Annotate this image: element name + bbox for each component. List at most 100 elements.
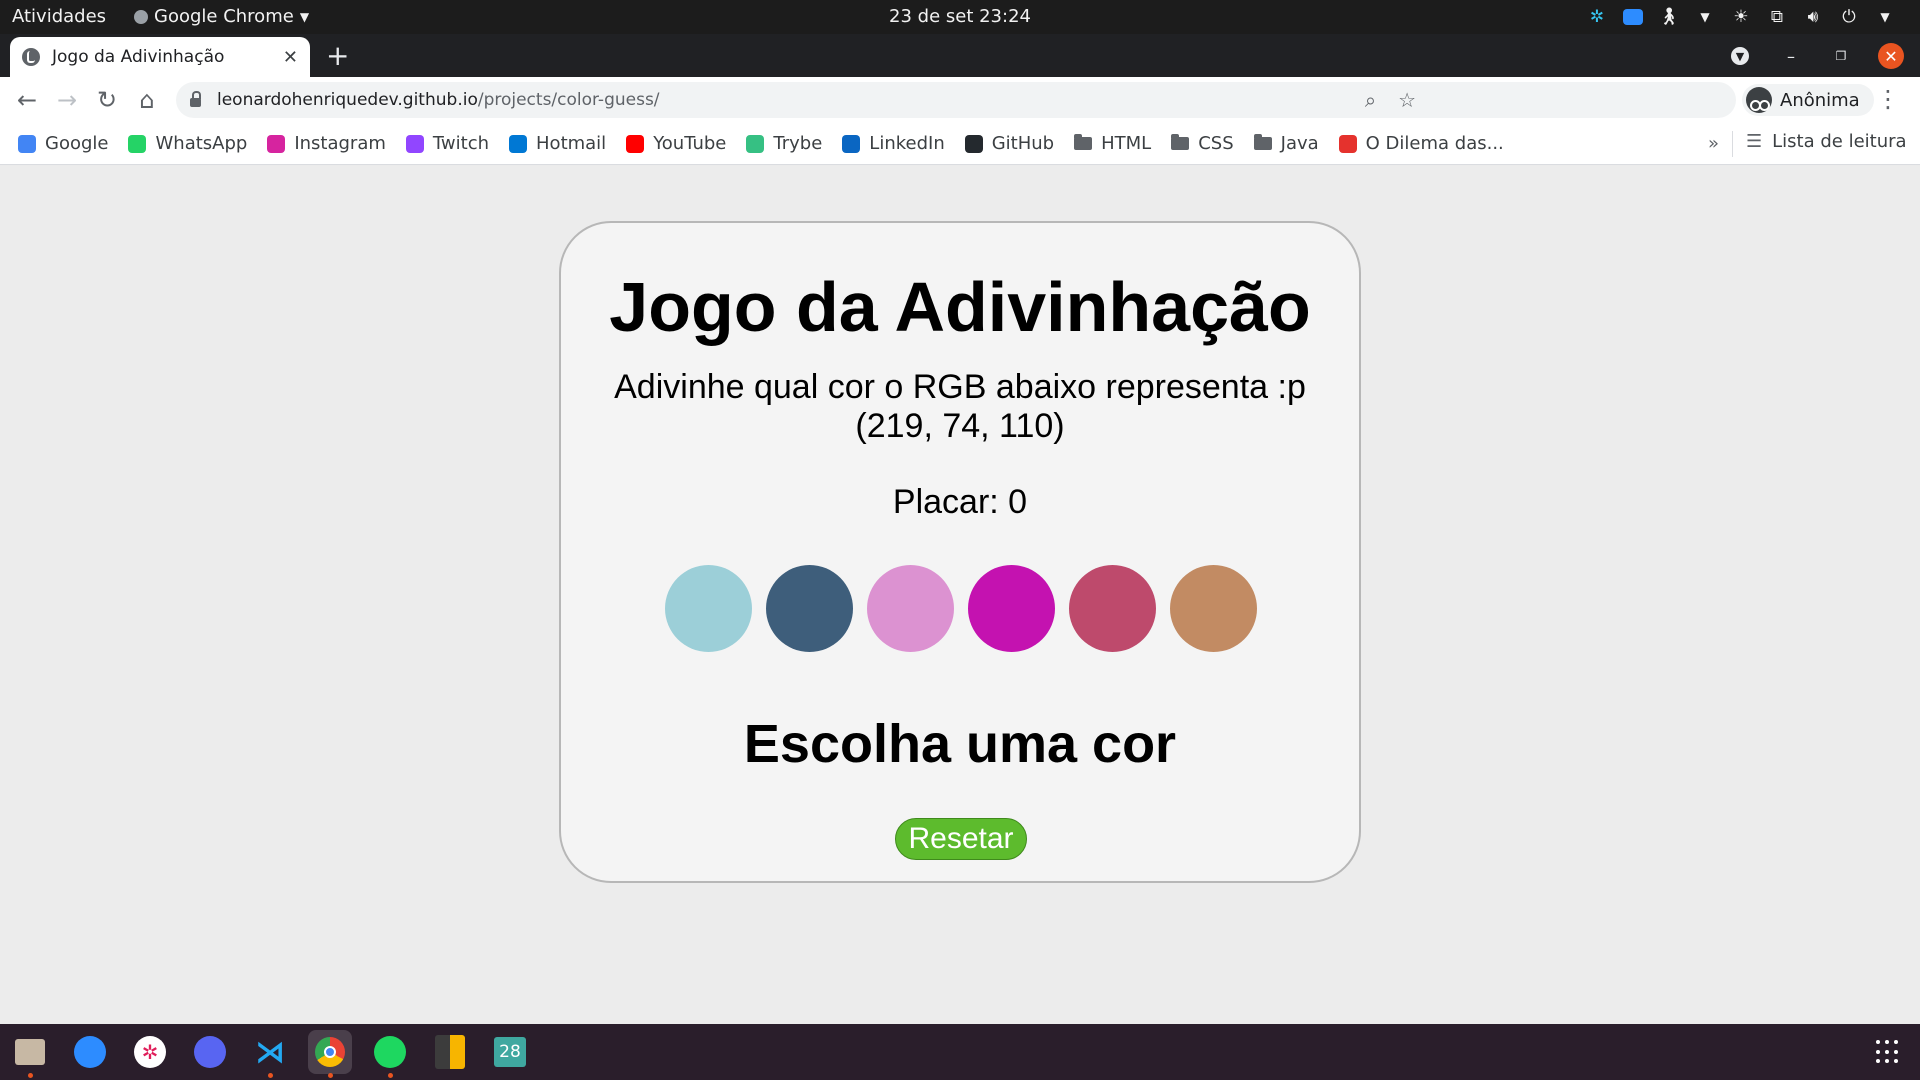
linkedin-icon <box>842 134 861 153</box>
bookmark-item[interactable]: Instagram <box>267 133 386 154</box>
bookmark-item[interactable]: GitHub <box>964 133 1054 154</box>
rgb-color-text: (219, 74, 110) <box>855 407 1065 445</box>
answer-text: Escolha uma cor <box>743 714 1177 774</box>
whatsapp-icon <box>128 134 147 153</box>
bookmark-label: O Dilema das... <box>1365 133 1504 154</box>
lock-icon[interactable] <box>190 91 201 107</box>
network-icon[interactable]: ⧉ <box>1766 6 1788 28</box>
bookmark-item[interactable]: Twitch <box>405 133 490 154</box>
bookmarks-bar: Google WhatsApp Instagram Twitch Hotmail YouT… <box>0 123 1920 165</box>
close-icon[interactable]: ✕ <box>283 47 298 68</box>
color-ball[interactable] <box>968 565 1055 652</box>
folder-icon <box>1253 134 1272 150</box>
instructions-text: Adivinhe qual cor o RGB abaixo represent… <box>614 368 1306 406</box>
zoom-tray-icon[interactable] <box>1622 6 1644 28</box>
power-icon[interactable]: ⏻ <box>1838 6 1860 28</box>
discord-icon[interactable] <box>188 1030 232 1074</box>
github-icon <box>964 134 983 153</box>
home-icon[interactable]: ⌂ <box>132 85 162 115</box>
outlook-icon <box>509 134 528 153</box>
menu-icon[interactable]: ⋮ <box>1876 85 1900 113</box>
bookmark-item[interactable]: Java <box>1253 133 1319 154</box>
chrome-icon[interactable] <box>308 1030 352 1078</box>
adobe-icon <box>1338 134 1357 153</box>
running-indicator <box>388 1073 393 1078</box>
caret-down-icon[interactable]: ▼ <box>1694 6 1716 28</box>
color-ball[interactable] <box>867 565 954 652</box>
score-text: Placar: 0 <box>892 483 1028 521</box>
bookmark-label: YouTube <box>653 133 727 154</box>
system-top-bar: Atividades Google Chrome ▼ 23 de set 23:… <box>0 0 1920 34</box>
folder-icon <box>1171 134 1190 150</box>
color-ball[interactable] <box>665 565 752 652</box>
activities-button[interactable]: Atividades <box>12 6 106 27</box>
volume-icon[interactable]: 🔊︎ <box>1802 6 1824 28</box>
files-icon[interactable] <box>8 1030 52 1078</box>
tab-strip: Jogo da Adivinhação ✕ + ▼ – ❐ ✕ <box>0 34 1920 77</box>
game-card: Jogo da Adivinhação Adivinhe qual cor o … <box>559 221 1361 883</box>
show-applications-icon[interactable] <box>1876 1040 1900 1064</box>
color-ball[interactable] <box>766 565 853 652</box>
spotify-icon[interactable] <box>368 1030 412 1078</box>
bookmark-item[interactable]: LinkedIn <box>842 133 945 154</box>
bookmark-label: LinkedIn <box>869 133 945 154</box>
bookmark-label: Google <box>45 133 109 154</box>
bookmark-label: Hotmail <box>536 133 607 154</box>
bookmarks-overflow-button[interactable]: » <box>1708 133 1719 154</box>
maximize-icon[interactable]: ❐ <box>1828 43 1854 69</box>
back-icon[interactable]: ← <box>12 85 42 115</box>
bookmark-item[interactable]: HTML <box>1074 133 1151 154</box>
app-menu-label: Google Chrome <box>154 6 294 27</box>
bookmark-item[interactable]: CSS <box>1171 133 1234 154</box>
reading-list-label: Lista de leitura <box>1772 131 1907 152</box>
vscode-icon[interactable]: ⋊ <box>248 1030 292 1078</box>
page-content: Jogo da Adivinhação Adivinhe qual cor o … <box>0 166 1920 1024</box>
app-menu[interactable]: Google Chrome ▼ <box>134 6 309 27</box>
reading-list-button[interactable]: ☰ Lista de leitura <box>1746 131 1907 152</box>
bookmark-item[interactable]: Trybe <box>746 133 822 154</box>
url-path: /projects/color-guess/ <box>477 90 660 110</box>
browser-toolbar: ← → ↻ ⌂ leonardohenriquedev.github.io/pr… <box>0 77 1920 123</box>
window-close-icon[interactable]: ✕ <box>1878 43 1904 69</box>
calculator-icon[interactable] <box>428 1030 472 1074</box>
zoom-icon[interactable] <box>68 1030 112 1074</box>
clock[interactable]: 23 de set 23:24 <box>889 6 1031 27</box>
tab-active[interactable]: Jogo da Adivinhação ✕ <box>10 37 310 77</box>
zoom-icon[interactable]: ⌕ <box>1365 88 1376 112</box>
bookmark-label: Trybe <box>773 133 823 154</box>
bookmark-star-icon[interactable]: ☆ <box>1398 88 1416 112</box>
reset-button[interactable]: Resetar <box>895 818 1027 860</box>
bookmark-item[interactable]: YouTube <box>626 133 726 154</box>
forward-icon[interactable]: → <box>52 85 82 115</box>
slack-icon[interactable]: ✲ <box>128 1030 172 1074</box>
caret-down-icon[interactable]: ▼ <box>1874 6 1896 28</box>
bookmark-label: CSS <box>1198 133 1234 154</box>
profile-button[interactable]: Anônima <box>1742 84 1874 116</box>
bookmark-item[interactable]: WhatsApp <box>128 133 247 154</box>
reload-icon[interactable]: ↻ <box>92 85 122 115</box>
tab-search-icon[interactable]: ▼ <box>1731 47 1749 65</box>
bookmark-item[interactable]: Hotmail <box>509 133 606 154</box>
running-indicator <box>328 1073 333 1078</box>
new-tab-button[interactable]: + <box>326 42 349 70</box>
bookmark-item[interactable]: Google <box>18 133 108 154</box>
chrome-small-icon <box>134 9 148 24</box>
calendar-icon[interactable]: 28 <box>488 1030 532 1074</box>
reading-list-icon: ☰ <box>1746 131 1763 152</box>
brightness-icon[interactable]: ☀ <box>1730 6 1752 28</box>
bookmark-label: WhatsApp <box>155 133 248 154</box>
twitch-icon <box>405 134 424 153</box>
minimize-icon[interactable]: – <box>1778 43 1804 69</box>
bookmark-label: Instagram <box>294 133 386 154</box>
system-tray[interactable]: ✲ 🚶︎ ▼ ☀ ⧉ 🔊︎ ⏻ ▼ <box>1586 6 1896 28</box>
taskbar-dock: ✲ ⋊ 28 <box>0 1024 1920 1080</box>
bookmark-label: Twitch <box>432 133 490 154</box>
bookmark-item[interactable]: O Dilema das... <box>1338 133 1504 154</box>
color-ball[interactable] <box>1170 565 1257 652</box>
accessibility-icon[interactable]: 🚶︎ <box>1658 6 1680 28</box>
color-ball[interactable] <box>1069 565 1156 652</box>
folder-icon <box>1074 134 1093 150</box>
slack-tray-icon[interactable]: ✲ <box>1586 6 1608 28</box>
address-bar[interactable]: leonardohenriquedev.github.io/projects/c… <box>176 82 1736 118</box>
color-options <box>665 565 1257 652</box>
